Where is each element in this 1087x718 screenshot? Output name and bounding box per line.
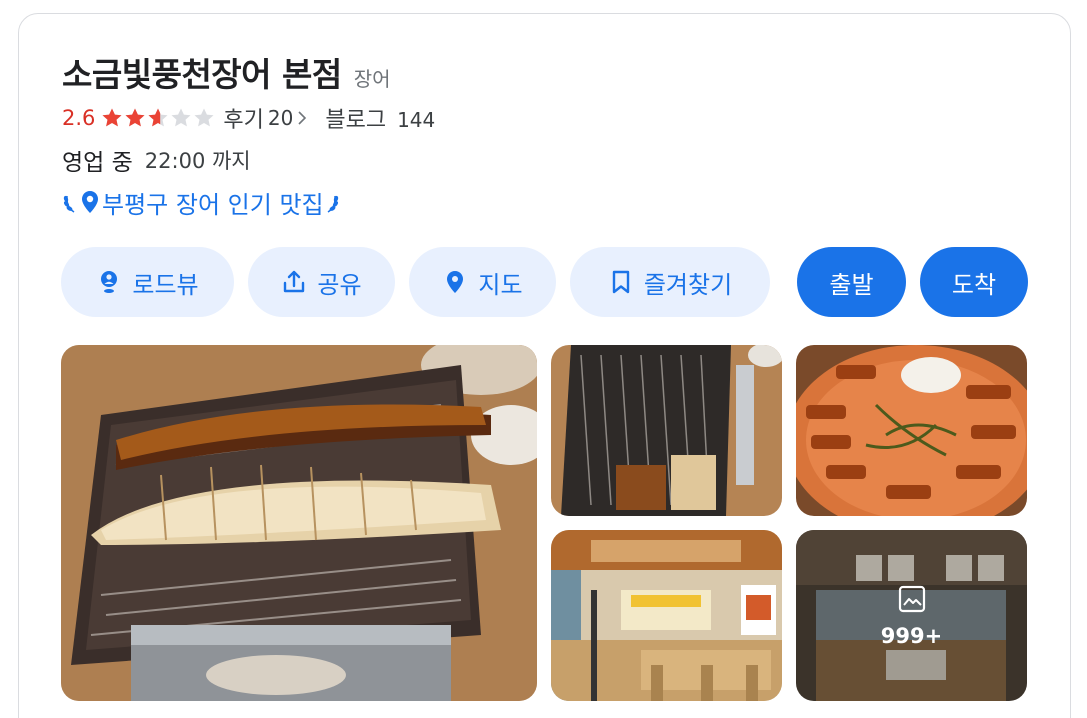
blog-label: 블로그 — [325, 108, 387, 133]
map-label: 지도 — [478, 270, 523, 299]
place-category: 장어 — [353, 67, 391, 91]
star-icon — [125, 108, 145, 127]
bookmark-button[interactable]: 즐겨찾기 — [570, 247, 770, 317]
laurel-right-icon — [327, 195, 338, 213]
location-pin-icon — [82, 191, 98, 213]
star-icon — [194, 108, 214, 127]
arrive-label: 도착 — [951, 270, 997, 299]
star-icon — [171, 108, 191, 127]
photo-more[interactable]: 999+ — [796, 530, 1027, 701]
share-label: 공유 — [317, 270, 362, 299]
star-rating — [101, 107, 215, 129]
badge-text: 부평구 장어 인기 맛집 — [102, 190, 324, 219]
rating-row: 2.6 후기 20 블로그 144 — [62, 102, 435, 134]
photo-2[interactable] — [551, 345, 782, 516]
depart-label: 출발 — [829, 270, 874, 299]
depart-button[interactable]: 출발 — [797, 247, 906, 317]
more-photos-count: 999+ — [880, 623, 943, 648]
popular-badge[interactable]: 부평구 장어 인기 맛집 — [62, 185, 340, 219]
photo-3-image — [796, 345, 1027, 516]
image-gallery-icon — [898, 585, 925, 612]
blog-link[interactable]: 블로그 144 — [325, 102, 435, 134]
photo-main-image — [61, 345, 537, 701]
bookmark-label: 즐겨찾기 — [643, 270, 733, 299]
rating-score: 2.6 — [62, 106, 96, 130]
photo-4-image — [551, 530, 782, 701]
open-status: 영업 중 — [62, 150, 133, 176]
reviews-link[interactable]: 후기 20 — [223, 102, 309, 134]
reviews-label: 후기 — [223, 108, 264, 133]
share-button[interactable]: 공유 — [248, 247, 395, 317]
photo-2-image — [551, 345, 782, 516]
photo-3[interactable] — [796, 345, 1027, 516]
person-pin-icon — [101, 271, 118, 293]
roadview-label: 로드뷰 — [132, 270, 199, 299]
closing-time: 22:00 까지 — [144, 149, 251, 173]
chevron-right-icon — [298, 111, 307, 125]
star-icon — [102, 108, 122, 127]
share-upload-icon — [284, 270, 305, 293]
roadview-button[interactable]: 로드뷰 — [61, 247, 234, 317]
bookmark-icon — [612, 270, 630, 294]
map-button[interactable]: 지도 — [409, 247, 556, 317]
place-title[interactable]: 소금빛풍천장어 본점 — [62, 48, 342, 96]
more-photos-overlay[interactable]: 999+ — [796, 530, 1027, 701]
action-bar: 로드뷰 공유 지도 즐겨찾기 출발 도착 — [0, 247, 1087, 317]
star-icon — [148, 108, 168, 127]
laurel-left-icon — [63, 195, 75, 213]
map-pin-icon — [447, 271, 464, 293]
hours-row[interactable]: 영업 중 22:00 까지 — [62, 144, 251, 176]
arrive-button[interactable]: 도착 — [920, 247, 1028, 317]
blog-count: 144 — [397, 108, 436, 132]
reviews-count: 20 — [267, 106, 294, 130]
photo-main[interactable] — [61, 345, 537, 701]
title-row: 소금빛풍천장어 본점 장어 — [62, 48, 391, 96]
photo-4[interactable] — [551, 530, 782, 701]
